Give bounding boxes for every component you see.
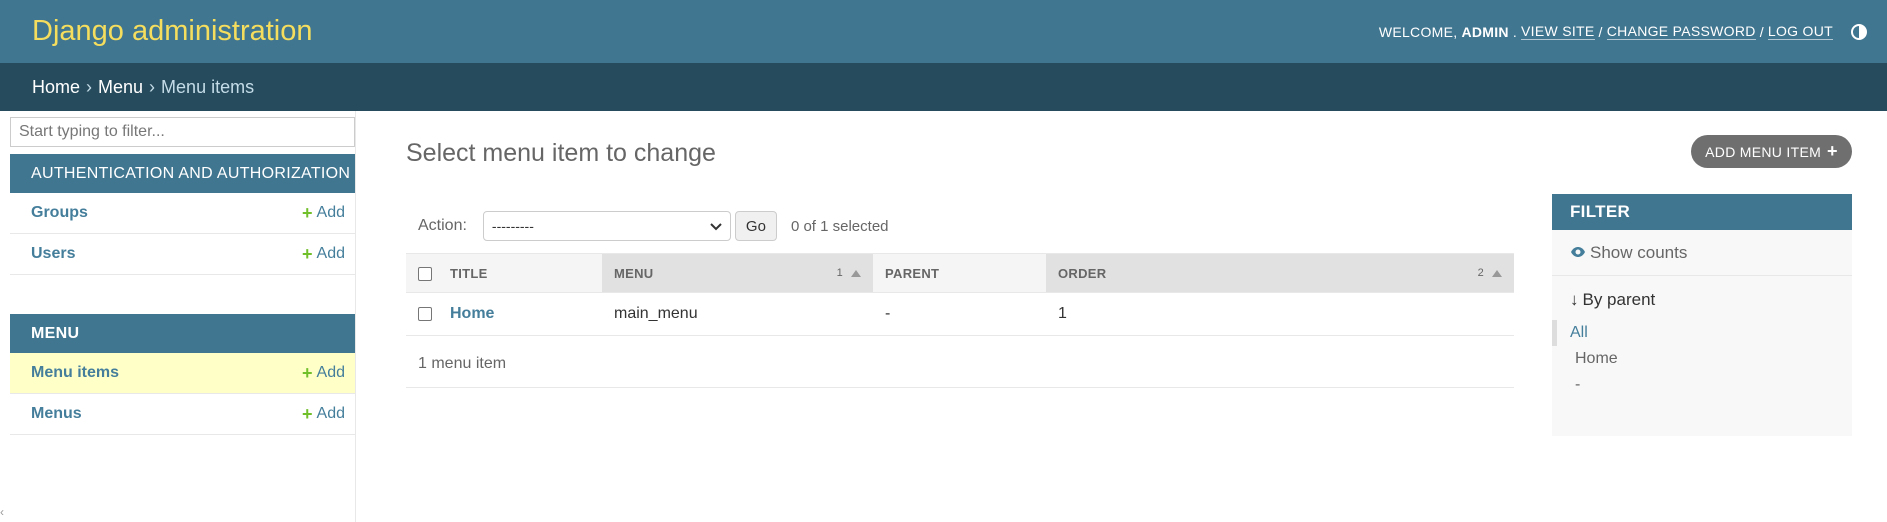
add-label: Add bbox=[316, 405, 345, 422]
add-menu-item-button[interactable]: Add menu item + bbox=[1691, 135, 1852, 168]
breadcrumb: Home › Menu › Menu items bbox=[0, 63, 1887, 111]
add-menus-link[interactable]: + Add bbox=[302, 405, 345, 423]
model-link-menus[interactable]: Menus bbox=[31, 405, 82, 423]
cell-order: 1 bbox=[1046, 292, 1514, 336]
plus-icon: + bbox=[302, 363, 313, 383]
filter-choice-all[interactable]: All bbox=[1552, 320, 1852, 346]
filter-choices: All Home - bbox=[1552, 320, 1852, 398]
column-order-label: Order bbox=[1058, 265, 1107, 281]
add-label: Add bbox=[316, 204, 345, 221]
table-row: Home main_menu - 1 bbox=[406, 292, 1514, 336]
action-label: Action: bbox=[418, 217, 467, 234]
row-select-cell bbox=[406, 292, 438, 336]
module-caption-menu[interactable]: Menu bbox=[10, 314, 355, 353]
breadcrumb-home[interactable]: Home bbox=[32, 77, 80, 98]
filter-panel: Filter Show counts ↓ By parent All Home - bbox=[1552, 194, 1852, 436]
action-select[interactable]: --------- bbox=[482, 211, 731, 241]
separator: / bbox=[1598, 23, 1603, 40]
view-site-link[interactable]: View site bbox=[1521, 23, 1595, 40]
model-link-menu-items[interactable]: Menu items bbox=[31, 364, 119, 382]
username: admin bbox=[1461, 23, 1509, 40]
model-link-users[interactable]: Users bbox=[31, 245, 75, 263]
add-button-label: Add menu item bbox=[1705, 143, 1822, 160]
breadcrumb-separator: › bbox=[149, 76, 156, 97]
sidebar-item-menus: Menus + Add bbox=[10, 394, 355, 435]
filter-by-parent[interactable]: ↓ By parent bbox=[1552, 276, 1852, 310]
add-menu-items-link[interactable]: + Add bbox=[302, 364, 345, 382]
actions-bar: Action: --------- Go 0 of 1 selected bbox=[406, 205, 1514, 247]
column-header-order[interactable]: Order 2 bbox=[1046, 253, 1514, 293]
column-header-title[interactable]: Title bbox=[438, 253, 602, 293]
header: Django administration Welcome, admin. Vi… bbox=[0, 0, 1887, 63]
results-table: Title Menu 1 Parent Order 2 bbox=[406, 253, 1514, 336]
arrow-down-icon: ↓ bbox=[1570, 290, 1579, 309]
sort-ascending-icon[interactable] bbox=[851, 269, 861, 277]
go-button[interactable]: Go bbox=[734, 211, 777, 241]
welcome-text: Welcome, bbox=[1378, 23, 1458, 40]
cell-title: Home bbox=[438, 292, 602, 336]
change-password-link[interactable]: Change password bbox=[1606, 23, 1756, 40]
add-users-link[interactable]: + Add bbox=[302, 245, 345, 263]
module-caption-auth[interactable]: Authentication and Authorization bbox=[10, 154, 355, 193]
show-counts-link[interactable]: Show counts bbox=[1552, 230, 1852, 276]
add-groups-link[interactable]: + Add bbox=[302, 204, 345, 222]
plus-icon: + bbox=[302, 404, 313, 424]
row-title-link[interactable]: Home bbox=[450, 305, 494, 322]
sort-priority: 2 bbox=[1477, 267, 1484, 279]
plus-icon: + bbox=[302, 244, 313, 264]
filter-by-label: By parent bbox=[1582, 290, 1656, 309]
breadcrumb-menu[interactable]: Menu bbox=[98, 77, 143, 98]
user-tools: Welcome, admin. View site / Change passw… bbox=[1379, 22, 1869, 42]
site-branding[interactable]: Django administration bbox=[32, 15, 312, 48]
eye-icon bbox=[1570, 243, 1586, 263]
filter-choice-none[interactable]: - bbox=[1552, 372, 1852, 398]
add-label: Add bbox=[316, 245, 345, 262]
row-checkbox[interactable] bbox=[418, 306, 432, 321]
paginator: 1 menu item bbox=[406, 341, 1514, 388]
sidebar-item-users: Users + Add bbox=[10, 234, 355, 275]
action-select-value: --------- bbox=[491, 218, 534, 234]
chevron-down-icon bbox=[710, 218, 722, 234]
sidebar-toggle-icon[interactable]: ‹ bbox=[0, 505, 4, 519]
column-parent-label: Parent bbox=[885, 265, 940, 281]
show-counts-label: Show counts bbox=[1590, 242, 1688, 262]
filter-title: Filter bbox=[1552, 194, 1852, 230]
page-title: Select menu item to change bbox=[406, 139, 716, 167]
column-header-menu[interactable]: Menu 1 bbox=[602, 253, 873, 293]
sort-priority: 1 bbox=[836, 267, 843, 279]
plus-icon: + bbox=[1827, 141, 1838, 161]
plus-icon: + bbox=[302, 203, 313, 223]
select-all-cell bbox=[406, 253, 438, 293]
sort-ascending-icon[interactable] bbox=[1492, 269, 1502, 277]
theme-toggle-icon[interactable] bbox=[1849, 22, 1869, 42]
nav-sidebar: Authentication and Authorization Groups … bbox=[10, 111, 356, 522]
cell-parent: - bbox=[873, 292, 1046, 336]
log-out-link[interactable]: Log out bbox=[1767, 23, 1833, 40]
separator: / bbox=[1759, 23, 1764, 40]
add-label: Add bbox=[316, 364, 345, 381]
breadcrumb-separator: › bbox=[86, 76, 93, 97]
column-title-label: Title bbox=[450, 265, 488, 281]
filter-choice-home[interactable]: Home bbox=[1552, 346, 1852, 372]
column-header-parent[interactable]: Parent bbox=[873, 253, 1046, 293]
cell-menu: main_menu bbox=[602, 292, 873, 336]
column-menu-label: Menu bbox=[614, 265, 654, 281]
sidebar-item-menu-items: Menu items + Add bbox=[10, 353, 355, 394]
select-all-checkbox[interactable] bbox=[418, 266, 432, 281]
table-header-row: Title Menu 1 Parent Order 2 bbox=[406, 253, 1514, 293]
selected-count: 0 of 1 selected bbox=[790, 217, 889, 235]
breadcrumb-current: Menu items bbox=[161, 76, 255, 97]
sidebar-filter-input[interactable] bbox=[10, 117, 355, 147]
model-link-groups[interactable]: Groups bbox=[31, 204, 88, 222]
sidebar-item-groups: Groups + Add bbox=[10, 193, 355, 234]
